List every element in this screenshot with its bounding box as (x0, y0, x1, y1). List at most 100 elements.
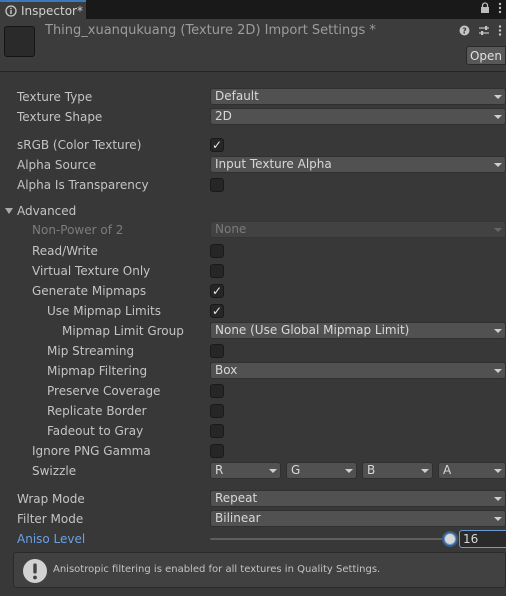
non-power-of-2-label: Non-Power of 2 (32, 223, 124, 237)
fadeout-to-gray-label: Fadeout to Gray (47, 424, 144, 438)
mipmap-limit-group-label: Mipmap Limit Group (62, 324, 184, 338)
srgb-row: sRGB (Color Texture) ✓ (0, 135, 506, 155)
filter-mode-dropdown[interactable]: Bilinear (210, 510, 506, 527)
texture-shape-row: Texture Shape 2D (0, 107, 506, 127)
aniso-level-row: Aniso Level 16 (0, 529, 506, 549)
chevron-down-icon (494, 369, 502, 373)
swizzle-b-value: B (367, 463, 376, 477)
foldout-arrow-icon (5, 208, 13, 214)
fadeout-to-gray-checkbox[interactable] (210, 424, 224, 438)
swizzle-a-value: A (443, 463, 452, 477)
read-write-row: Read/Write (0, 241, 506, 261)
lock-icon[interactable] (480, 2, 490, 17)
chevron-down-icon (421, 469, 429, 473)
mipmap-filtering-label: Mipmap Filtering (47, 364, 148, 378)
virtual-texture-only-row: Virtual Texture Only (0, 261, 506, 281)
swizzle-r-dropdown[interactable]: R (210, 462, 281, 479)
advanced-foldout[interactable]: Advanced (0, 201, 506, 221)
help-icon[interactable]: ? (459, 25, 470, 39)
alpha-is-transparency-label: Alpha Is Transparency (17, 178, 149, 192)
ignore-png-gamma-checkbox[interactable] (210, 444, 224, 458)
generate-mipmaps-row: Generate Mipmaps ✓ (0, 281, 506, 301)
chevron-down-icon (494, 497, 502, 501)
non-power-of-2-row: Non-Power of 2 None (0, 220, 506, 240)
texture-shape-label: Texture Shape (17, 110, 103, 124)
mipmap-filtering-row: Mipmap Filtering Box (0, 361, 506, 381)
chevron-down-icon (494, 163, 502, 167)
chevron-down-icon (494, 95, 502, 99)
texture-type-value: Default (215, 89, 259, 103)
preserve-coverage-row: Preserve Coverage (0, 381, 506, 401)
aniso-level-slider[interactable] (210, 538, 448, 540)
read-write-checkbox[interactable] (210, 244, 224, 258)
warning-icon (22, 558, 48, 587)
alpha-source-row: Alpha Source Input Texture Alpha (0, 155, 506, 175)
mipmap-filtering-value: Box (215, 363, 238, 377)
replicate-border-checkbox[interactable] (210, 404, 224, 418)
alpha-is-transparency-checkbox[interactable] (210, 178, 224, 192)
chevron-down-icon (269, 469, 277, 473)
tab-inspector[interactable]: Inspector* (0, 0, 86, 19)
non-power-of-2-dropdown: None (210, 221, 506, 238)
help-box-text: Anisotropic filtering is enabled for all… (53, 564, 381, 575)
wrap-mode-value: Repeat (215, 491, 258, 505)
swizzle-b-dropdown[interactable]: B (362, 462, 433, 479)
non-power-of-2-value: None (215, 222, 247, 236)
svg-text:?: ? (462, 27, 467, 36)
mip-streaming-checkbox[interactable] (210, 344, 224, 358)
alpha-source-dropdown[interactable]: Input Texture Alpha (210, 156, 506, 173)
replicate-border-row: Replicate Border (0, 401, 506, 421)
mipmap-limit-group-row: Mipmap Limit Group None (Use Global Mipm… (0, 321, 506, 341)
ignore-png-gamma-row: Ignore PNG Gamma (0, 441, 506, 461)
mip-streaming-row: Mip Streaming (0, 341, 506, 361)
tab-bar: Inspector* (0, 0, 506, 20)
preserve-coverage-label: Preserve Coverage (47, 384, 161, 398)
texture-type-row: Texture Type Default (0, 87, 506, 107)
use-mipmap-limits-label: Use Mipmap Limits (47, 304, 162, 318)
filter-mode-value: Bilinear (215, 511, 261, 525)
mip-streaming-label: Mip Streaming (47, 344, 135, 358)
aniso-level-slider-thumb[interactable] (444, 533, 456, 545)
chevron-down-icon (494, 329, 502, 333)
mipmap-limit-group-dropdown[interactable]: None (Use Global Mipmap Limit) (210, 322, 506, 339)
use-mipmap-limits-row: Use Mipmap Limits ✓ (0, 301, 506, 321)
chevron-down-icon (494, 469, 502, 473)
generate-mipmaps-checkbox[interactable]: ✓ (210, 284, 224, 298)
virtual-texture-only-checkbox[interactable] (210, 264, 224, 278)
advanced-label: Advanced (17, 204, 77, 218)
swizzle-g-dropdown[interactable]: G (286, 462, 357, 479)
checkmark-icon: ✓ (211, 284, 223, 298)
aniso-level-field[interactable]: 16 (459, 530, 506, 548)
texture-shape-dropdown[interactable]: 2D (210, 108, 506, 125)
swizzle-row: Swizzle R G B A (0, 461, 506, 481)
page-title: Thing_xuanqukuang (Texture 2D) Import Se… (45, 23, 376, 38)
fadeout-to-gray-row: Fadeout to Gray (0, 421, 506, 441)
use-mipmap-limits-checkbox[interactable]: ✓ (210, 304, 224, 318)
wrap-mode-row: Wrap Mode Repeat (0, 489, 506, 509)
mipmap-limit-group-value: None (Use Global Mipmap Limit) (215, 323, 410, 337)
filter-mode-label: Filter Mode (17, 512, 84, 526)
texture-type-label: Texture Type (17, 90, 93, 104)
info-icon (5, 4, 17, 17)
srgb-checkbox[interactable]: ✓ (210, 138, 224, 152)
preserve-coverage-checkbox[interactable] (210, 384, 224, 398)
swizzle-g-value: G (291, 463, 301, 477)
swizzle-a-dropdown[interactable]: A (438, 462, 506, 479)
swizzle-label: Swizzle (32, 464, 77, 478)
more-options-icon[interactable] (498, 25, 502, 39)
more-options-icon[interactable] (498, 2, 502, 17)
help-box: Anisotropic filtering is enabled for all… (13, 552, 506, 588)
ignore-png-gamma-label: Ignore PNG Gamma (32, 444, 151, 458)
swizzle-r-value: R (215, 463, 224, 477)
aniso-level-label: Aniso Level (17, 532, 86, 546)
chevron-down-icon (494, 115, 502, 119)
texture-shape-value: 2D (215, 109, 232, 123)
alpha-is-transparency-row: Alpha Is Transparency (0, 175, 506, 195)
checkmark-icon: ✓ (211, 138, 223, 152)
mipmap-filtering-dropdown[interactable]: Box (210, 362, 506, 379)
texture-type-dropdown[interactable]: Default (210, 88, 506, 105)
wrap-mode-dropdown[interactable]: Repeat (210, 490, 506, 507)
preset-icon[interactable] (478, 25, 490, 39)
open-button[interactable]: Open (466, 46, 506, 65)
srgb-label: sRGB (Color Texture) (17, 138, 142, 152)
